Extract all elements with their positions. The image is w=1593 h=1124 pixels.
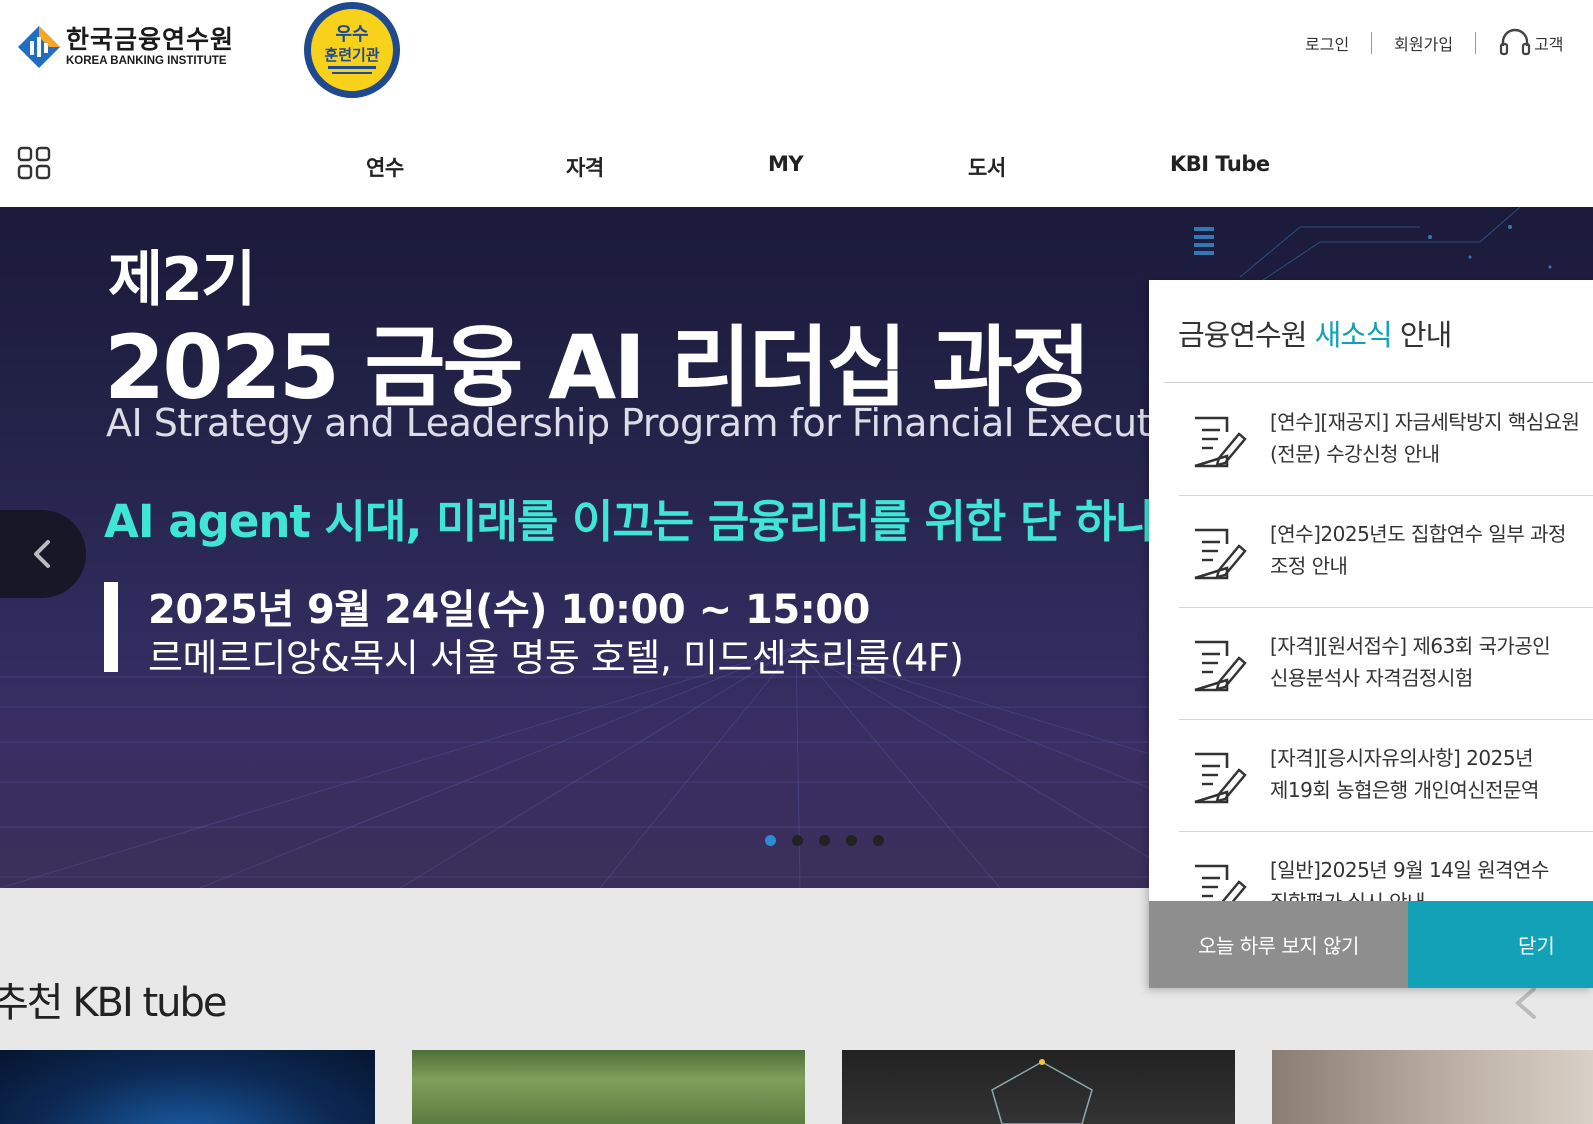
notice-item[interactable]: [연수]2025년도 집합연수 일부 과정 조정 안내 <box>1179 496 1593 608</box>
grid-menu-icon <box>17 146 51 180</box>
notice-title: [연수]2025년도 집합연수 일부 과정 조정 안내 <box>1270 522 1566 578</box>
document-edit-icon <box>1195 864 1247 901</box>
headset-icon <box>1499 28 1531 56</box>
slide-dot-1[interactable] <box>765 835 776 846</box>
popup-buttons: 오늘 하루 보지 않기 닫기 <box>1149 901 1593 988</box>
popup-title-suffix: 안내 <box>1391 318 1452 352</box>
kbi-logo-icon <box>16 24 62 70</box>
menu-training[interactable]: 연수 <box>366 152 404 182</box>
document-edit-icon <box>1194 752 1247 804</box>
notice-item[interactable]: [자격][원서접수] 제63회 국가공인 신용분석사 자격검정시험 <box>1179 608 1593 720</box>
slide-dot-3[interactable] <box>819 835 830 846</box>
menu-my[interactable]: MY <box>768 152 804 176</box>
notice-item[interactable]: [연수][재공지] 자금세탁방지 핵심요원(전문) 수강신청 안내 <box>1179 384 1593 496</box>
hero-venue: 르메르디앙&목시 서울 명동 호텔, 미드센추리룸(4F) <box>148 636 964 680</box>
login-link[interactable]: 로그인 <box>1305 31 1349 55</box>
notice-list: [연수][재공지] 자금세탁방지 핵심요원(전문) 수강신청 안내 [연수]20… <box>1179 384 1593 901</box>
notice-title: [일반]2025년 9월 14일 원격연수 집합평가 실시 안내 <box>1270 858 1549 901</box>
site-logo[interactable]: 한국금융연수원 KOREA BANKING INSTITUTE <box>16 24 234 70</box>
customer-center-link[interactable]: 고객 <box>1498 28 1564 58</box>
notice-item[interactable]: [일반]2025년 9월 14일 원격연수 집합평가 실시 안내 <box>1179 832 1593 901</box>
news-popup: 금융연수원 새소식 안내 [연수][재공지] 자금세탁방지 핵심요원(전문) 수… <box>1149 280 1593 988</box>
logo-english-text: KOREA BANKING INSTITUTE <box>66 55 227 67</box>
slide-dot-5[interactable] <box>873 835 884 846</box>
popup-title-highlight: 새소식 <box>1314 318 1393 352</box>
badge-line1: 우수 <box>335 24 368 45</box>
slide-pagination <box>765 835 900 846</box>
close-popup-button[interactable]: 닫기 <box>1408 901 1593 988</box>
divider <box>1371 32 1373 54</box>
hero-accent-bar <box>104 582 118 672</box>
divider <box>1475 32 1477 54</box>
video-thumbnail-4[interactable] <box>1272 1050 1593 1124</box>
hero-prev-button[interactable] <box>0 510 86 598</box>
customer-center-label: 고객 <box>1534 35 1564 54</box>
excellent-training-badge: 우수 훈련기관 <box>298 0 406 100</box>
slide-dot-4[interactable] <box>846 835 857 846</box>
hero-tagline: AI agent 시대, 미래를 이끄는 금융리더를 위한 단 하나의 <box>104 495 1197 548</box>
hide-today-button[interactable]: 오늘 하루 보지 않기 <box>1149 901 1408 988</box>
notice-title: [자격][원서접수] 제63회 국가공인 신용분석사 자격검정시험 <box>1270 634 1551 690</box>
chevron-left-icon <box>34 540 50 568</box>
video-thumbnail-2[interactable] <box>412 1050 805 1124</box>
document-edit-icon <box>1194 640 1247 692</box>
notice-title: [연수][재공지] 자금세탁방지 핵심요원(전문) 수강신청 안내 <box>1270 410 1580 466</box>
main-navigation: 연수 자격 MY 도서 KBI Tube <box>0 140 1593 192</box>
badge-line2: 훈련기관 <box>324 46 379 64</box>
menu-certification[interactable]: 자격 <box>566 152 604 182</box>
logo-korean-text: 한국금융연수원 <box>66 25 235 54</box>
document-edit-icon <box>1194 528 1247 580</box>
chevron-left-icon[interactable] <box>1510 983 1540 1023</box>
video-thumbnail-1[interactable] <box>0 1050 375 1124</box>
document-edit-icon <box>1194 416 1247 468</box>
popup-title-prefix: 금융연수원 <box>1178 318 1315 352</box>
popup-title: 금융연수원 새소식 안내 <box>1178 312 1452 354</box>
section-title: 추천 KBI tube <box>0 980 228 1026</box>
notice-item[interactable]: [자격][응시자유의사항] 2025년 제19회 농협은행 개인여신전문역 <box>1179 720 1593 832</box>
site-header: 한국금융연수원 KOREA BANKING INSTITUTE 우수 훈련기관 … <box>0 0 1593 207</box>
all-menu-button[interactable] <box>17 146 51 180</box>
utility-menu: 로그인 회원가입 고객 <box>1305 28 1564 58</box>
video-thumbnail-3[interactable] <box>842 1050 1235 1124</box>
network-graphic <box>991 1059 1093 1124</box>
slide-dot-2[interactable] <box>792 835 803 846</box>
signup-link[interactable]: 회원가입 <box>1394 31 1453 55</box>
notice-title: [자격][응시자유의사항] 2025년 제19회 농협은행 개인여신전문역 <box>1270 746 1539 802</box>
divider <box>1164 382 1593 383</box>
menu-books[interactable]: 도서 <box>968 152 1006 182</box>
hero-subtitle-english: AI Strategy and Leadership Program for F… <box>106 401 1184 445</box>
menu-kbi-tube[interactable]: KBI Tube <box>1170 152 1270 176</box>
